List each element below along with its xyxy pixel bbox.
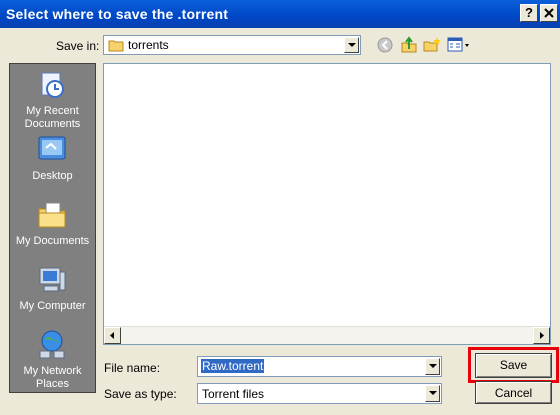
network-places-icon <box>39 330 65 359</box>
save-in-label: Save in: <box>56 39 100 53</box>
cancel-button[interactable]: Cancel <box>475 381 552 404</box>
file-name-label: File name: <box>104 361 161 375</box>
chevron-right-icon <box>540 332 544 339</box>
save-as-type-value: Torrent files <box>202 387 265 401</box>
save-dialog: Select where to save the .torrent ? Save… <box>0 0 560 415</box>
save-button[interactable]: Save <box>475 353 552 378</box>
recent-documents-icon <box>41 72 64 98</box>
new-folder-icon[interactable] <box>423 36 441 54</box>
place-label: My Network Places <box>23 365 82 390</box>
file-name-value[interactable]: Raw.torrent <box>201 359 265 373</box>
my-documents-icon <box>38 202 66 228</box>
back-icon[interactable] <box>377 37 393 53</box>
title-bar[interactable]: Select where to save the .torrent ? <box>0 0 560 28</box>
place-label: My Documents <box>15 235 90 247</box>
scroll-left-button[interactable] <box>104 327 121 344</box>
help-button[interactable]: ? <box>520 4 538 22</box>
chevron-down-icon[interactable] <box>425 385 440 402</box>
dialog-title: Select where to save the .torrent <box>6 6 229 22</box>
save-in-value: torrents <box>128 38 169 52</box>
folder-icon <box>108 40 124 52</box>
chevron-down-icon[interactable] <box>344 37 359 53</box>
my-computer-icon <box>39 267 66 292</box>
chevron-down-icon[interactable] <box>425 358 440 375</box>
chevron-left-icon <box>110 332 114 339</box>
desktop-icon <box>38 136 66 160</box>
place-label: My Recent Documents <box>24 105 81 130</box>
save-in-dropdown[interactable]: torrents <box>103 35 361 55</box>
up-folder-icon[interactable] <box>400 36 418 54</box>
views-menu-icon[interactable] <box>447 37 471 53</box>
place-label: My Computer <box>19 300 86 312</box>
places-bar: My Recent Documents Desktop My Documents <box>9 63 96 393</box>
close-icon <box>544 8 554 18</box>
file-list[interactable] <box>103 63 551 345</box>
save-as-type-label: Save as type: <box>104 387 177 401</box>
file-name-field[interactable]: Raw.torrent <box>197 356 442 377</box>
save-as-type-dropdown[interactable]: Torrent files <box>197 383 442 404</box>
place-label: Desktop <box>32 170 73 182</box>
scroll-right-button[interactable] <box>533 327 550 344</box>
close-button[interactable] <box>540 4 558 22</box>
horizontal-scrollbar[interactable] <box>104 326 550 344</box>
